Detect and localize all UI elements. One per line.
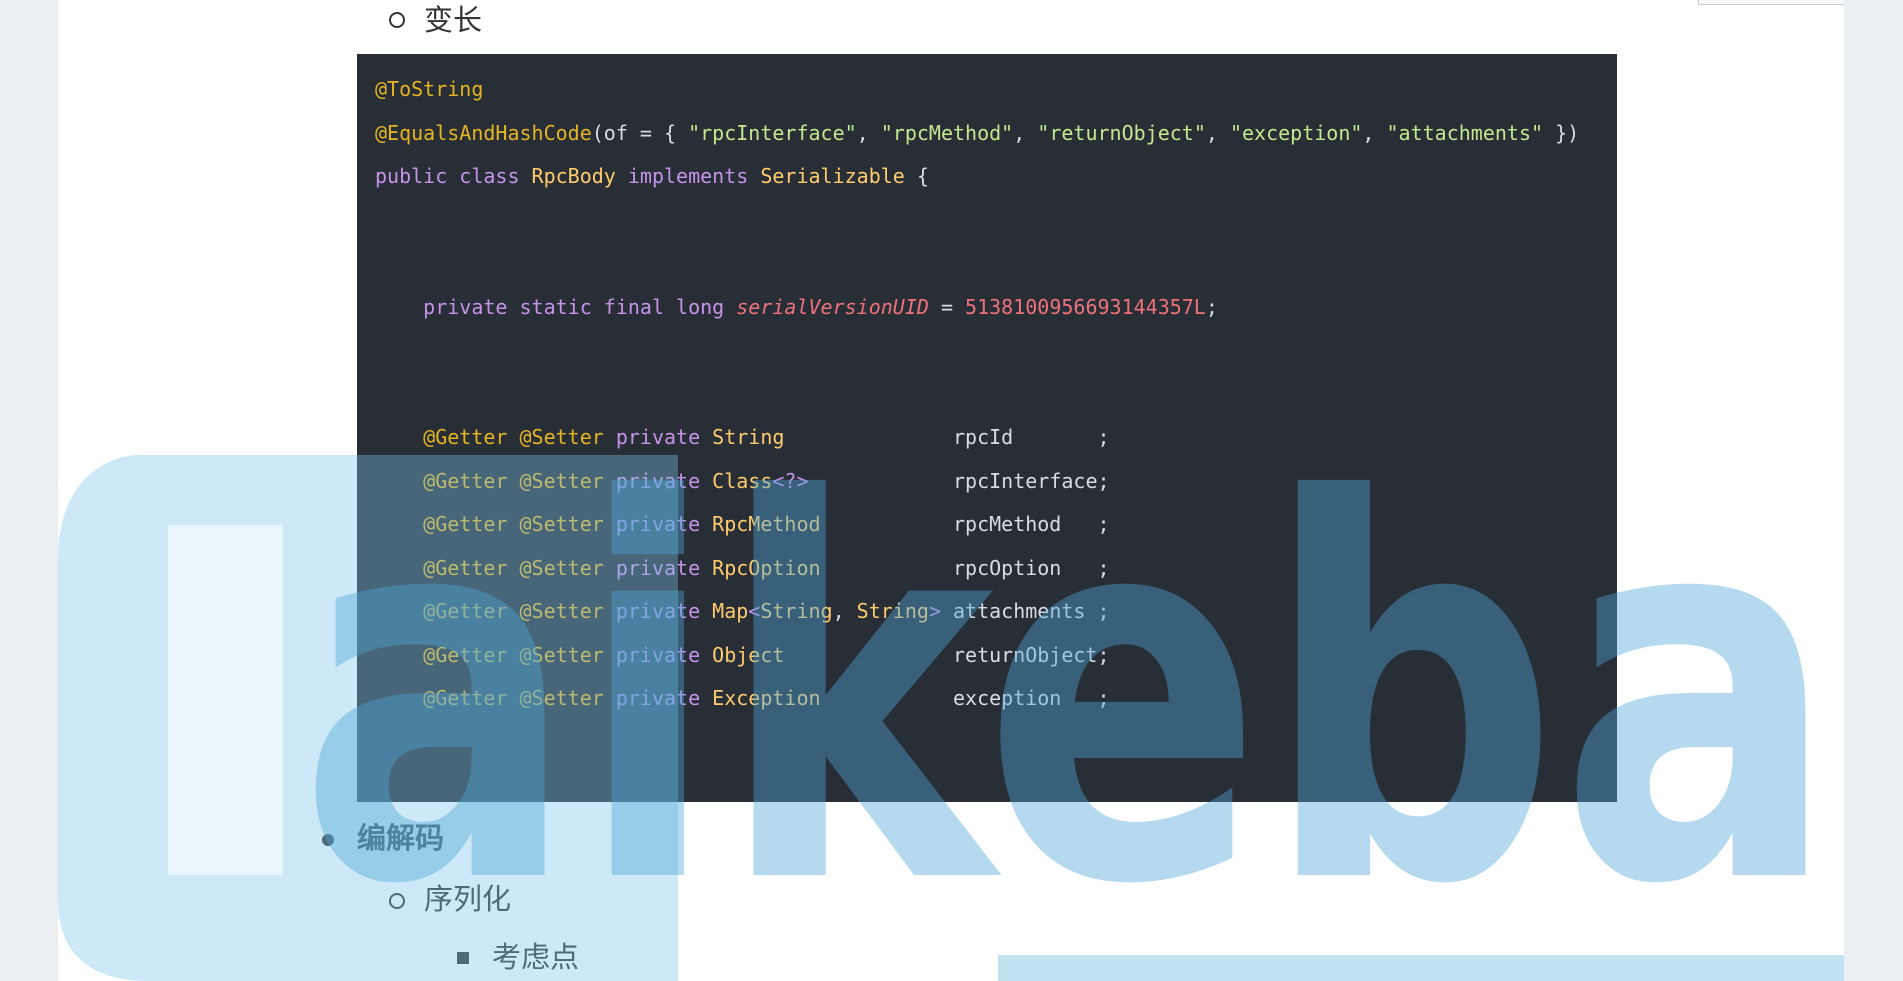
code-token: @Getter @Setter	[423, 555, 616, 580]
code-token: rpcMethod ;	[820, 512, 1110, 536]
code-token: private	[615, 425, 713, 449]
code-line: @EqualsAndHashCode(of = { "rpcInterface"…	[375, 118, 1579, 148]
code-token: @Getter @Setter	[423, 642, 616, 667]
code-token: private	[615, 599, 713, 623]
code-token: attachments ;	[940, 599, 1110, 623]
code-token: Exception	[712, 686, 821, 710]
code-line: public class RpcBody implements Serializ…	[375, 161, 929, 191]
code-line: @Getter @Setter private Exception except…	[375, 683, 1110, 713]
list-item-considerations: 考虑点	[492, 940, 580, 974]
code-token: @Getter @Setter	[423, 468, 616, 493]
code-line: @Getter @Setter private Class<?> rpcInte…	[375, 466, 1110, 496]
code-token: private	[615, 686, 713, 710]
code-token: ,	[856, 120, 881, 145]
document-page: 变长 @ToString @EqualsAndHashCode(of = { "r…	[58, 0, 1844, 981]
code-line: @Getter @Setter private String rpcId ;	[375, 422, 1110, 452]
code-token: @Getter @Setter	[423, 425, 616, 449]
list-item-serialization: 序列化	[424, 882, 512, 916]
code-token: "rpcMethod"	[880, 120, 1014, 145]
code-token: @Getter @Setter	[423, 686, 616, 710]
code-token: String	[712, 425, 785, 449]
code-token: "rpcInterface"	[688, 120, 857, 145]
code-token: })	[1543, 120, 1580, 145]
code-token: "exception"	[1229, 120, 1363, 145]
code-line: @Getter @Setter private RpcOption rpcOpt…	[375, 553, 1110, 583]
code-token: rpcId ;	[784, 425, 1110, 449]
code-token: <?>	[772, 468, 809, 493]
code-token: rpcInterface;	[808, 468, 1110, 493]
code-token: private	[615, 512, 713, 536]
code-token: =	[928, 294, 966, 319]
code-token: ,	[1205, 120, 1230, 145]
list-bullet-disc	[322, 834, 334, 846]
code-token: Serializable	[760, 164, 917, 188]
code-token: {	[916, 164, 929, 188]
code-token: exception ;	[820, 686, 1110, 710]
code-token: @ToString	[375, 77, 484, 101]
code-token: Map	[712, 599, 749, 623]
code-token: RpcBody	[531, 164, 628, 188]
code-token: private static final long	[423, 294, 737, 319]
code-token: >	[928, 599, 941, 623]
code-token: RpcOption	[712, 555, 821, 580]
code-token: public class	[375, 164, 532, 188]
code-token: (of = {	[591, 120, 689, 145]
list-bullet-square	[457, 952, 469, 964]
code-token: returnObject;	[784, 642, 1110, 667]
code-token: String	[760, 599, 833, 623]
list-bullet-circle	[389, 893, 405, 909]
code-token: serialVersionUID	[736, 294, 929, 319]
code-block-image: @ToString @EqualsAndHashCode(of = { "rpcI…	[357, 54, 1617, 802]
list-item-codec: 编解码	[357, 821, 445, 855]
code-token: "attachments"	[1386, 120, 1544, 145]
code-token: ,	[832, 599, 857, 623]
code-line: @ToString	[375, 74, 483, 104]
code-token: @Getter @Setter	[423, 512, 616, 536]
code-line: @Getter @Setter private Object returnObj…	[375, 640, 1110, 670]
code-token: "returnObject"	[1037, 120, 1206, 145]
code-line: @Getter @Setter private Map<String, Stri…	[375, 596, 1110, 626]
code-token: Object	[712, 642, 785, 667]
code-token: String	[856, 599, 929, 623]
code-token: <	[748, 599, 761, 623]
list-item-variable-length: 变长	[424, 3, 483, 37]
code-token: ,	[1362, 120, 1387, 145]
code-line: @Getter @Setter private RpcMethod rpcMet…	[375, 509, 1110, 539]
code-token: ;	[1205, 294, 1218, 319]
code-token: private	[615, 468, 713, 493]
code-token: implements	[627, 164, 761, 188]
code-line: private static final long serialVersionU…	[375, 292, 1218, 322]
code-token: Class	[712, 468, 773, 493]
code-token: ,	[1013, 120, 1038, 145]
code-token: private	[615, 642, 713, 667]
floating-toolbar-edge	[1698, 0, 1844, 5]
code-token: rpcOption ;	[820, 555, 1110, 580]
code-token: private	[615, 555, 713, 580]
code-token: RpcMethod	[712, 512, 821, 536]
list-bullet-circle	[389, 12, 405, 28]
code-token: @Getter @Setter	[423, 599, 616, 623]
code-token: @EqualsAndHashCode	[375, 120, 592, 145]
code-token: 5138100956693144357L	[965, 294, 1206, 319]
